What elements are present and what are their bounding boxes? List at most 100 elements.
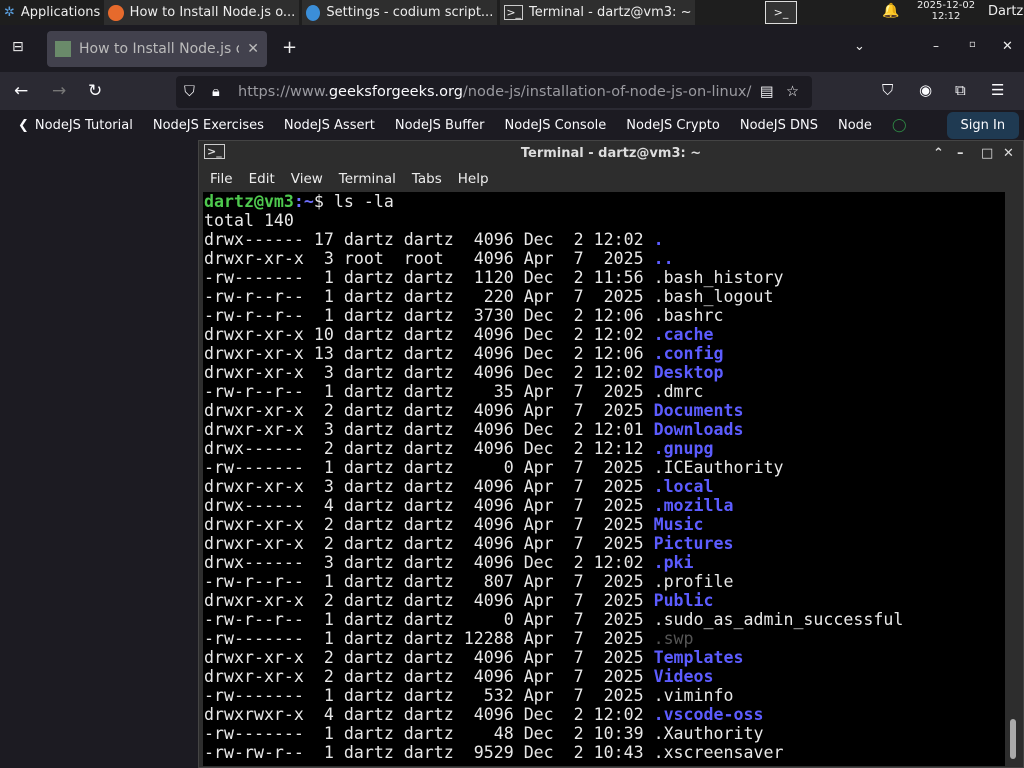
menu-edit[interactable]: Edit (241, 171, 283, 187)
listing-row: drwxr-xr-x 2 dartz dartz 4096 Apr 7 2025… (204, 401, 1005, 420)
sign-in-button[interactable]: Sign In (946, 111, 1020, 139)
taskbar-window-firefox[interactable]: How to Install Node.js o... (104, 0, 300, 25)
file-name: .cache (653, 325, 714, 344)
file-meta: drwxrwxr-x 4 dartz dartz 4096 Dec 2 12:0… (204, 705, 654, 724)
scrollbar[interactable] (1007, 193, 1019, 765)
minimize-button[interactable]: – (933, 39, 939, 53)
scrollbar-thumb[interactable] (1010, 719, 1016, 759)
chevron-down-icon[interactable]: ⌄ (854, 39, 865, 54)
url-bar[interactable]: ⛉ 🔒︎ https://www. geeksforgeeks.org/node-… (176, 76, 812, 108)
listing-row: -rw------- 1 dartz dartz 532 Apr 7 2025 … (204, 686, 1005, 705)
taskbar-window-terminal[interactable]: >_ Terminal - dartz@vm3: ~ (500, 0, 696, 25)
site-link[interactable]: NodeJS Buffer (395, 118, 485, 133)
listing-row: drwx------ 2 dartz dartz 4096 Dec 2 12:1… (204, 439, 1005, 458)
reload-icon[interactable]: ↻ (88, 81, 102, 101)
tab-list-icon[interactable]: ⊟ (12, 39, 24, 55)
site-link[interactable]: NodeJS DNS (740, 118, 818, 133)
listing-row: drwxr-xr-x 2 dartz dartz 4096 Apr 7 2025… (204, 591, 1005, 610)
file-name: Pictures (653, 534, 734, 553)
clock[interactable]: 2025-12-02 12:12 (912, 0, 980, 22)
listing-row: drwxr-xr-x 3 root root 4096 Apr 7 2025 .… (204, 249, 1005, 268)
listing-row: drwxrwxr-x 4 dartz dartz 4096 Dec 2 12:0… (204, 705, 1005, 724)
close-button[interactable]: ✕ (1003, 146, 1014, 161)
file-name: .xscreensaver (653, 743, 784, 762)
file-meta: -rw------- 1 dartz dartz 48 Dec 2 10:39 (204, 724, 654, 743)
total-line: total 140 (204, 211, 294, 230)
file-name: .bashrc (653, 306, 724, 325)
file-meta: -rw------- 1 dartz dartz 0 Apr 7 2025 (204, 458, 654, 477)
bookmark-star-icon[interactable]: ☆ (786, 84, 799, 100)
user-menu[interactable]: Dartz (988, 4, 1023, 19)
extensions-icon[interactable]: ⧉ (955, 81, 966, 99)
site-link[interactable]: Node (838, 118, 872, 133)
menu-view[interactable]: View (283, 171, 331, 187)
file-name: . (653, 230, 664, 249)
close-button[interactable]: ✕ (1002, 39, 1013, 54)
site-link[interactable]: NodeJS Assert (284, 118, 375, 133)
minimize-button[interactable]: – (957, 146, 964, 161)
file-name: .ICEauthority (653, 458, 784, 477)
taskbar-window-codium[interactable]: Settings - codium script... (302, 0, 498, 25)
firefox-icon (108, 4, 124, 21)
menu-terminal[interactable]: Terminal (331, 171, 404, 187)
applications-menu[interactable]: ✲ Applications (0, 0, 104, 25)
file-meta: -rw-rw-r-- 1 dartz dartz 9529 Dec 2 10:4… (204, 743, 654, 762)
file-meta: -rw------- 1 dartz dartz 1120 Dec 2 11:5… (204, 268, 654, 287)
listing-row: drwx------ 17 dartz dartz 4096 Dec 2 12:… (204, 230, 1005, 249)
account-icon[interactable]: ◉ (919, 81, 932, 99)
listing-row: drwxr-xr-x 2 dartz dartz 4096 Apr 7 2025… (204, 515, 1005, 534)
file-meta: -rw-r--r-- 1 dartz dartz 220 Apr 7 2025 (204, 287, 654, 306)
menu-help[interactable]: Help (450, 171, 497, 187)
file-meta: drwxr-xr-x 10 dartz dartz 4096 Dec 2 12:… (204, 325, 654, 344)
file-name: Templates (653, 648, 744, 667)
menu-tabs[interactable]: Tabs (404, 171, 450, 187)
site-link[interactable]: NodeJS Crypto (626, 118, 720, 133)
file-name: Desktop (653, 363, 724, 382)
menu-icon[interactable]: ☰ (991, 81, 1004, 99)
file-meta: drwx------ 3 dartz dartz 4096 Dec 2 12:0… (204, 553, 654, 572)
listing-row: -rw-r--r-- 1 dartz dartz 0 Apr 7 2025 .s… (204, 610, 1005, 629)
menu-file[interactable]: File (202, 171, 241, 187)
file-meta: -rw-r--r-- 1 dartz dartz 3730 Dec 2 12:0… (204, 306, 654, 325)
terminal-titlebar[interactable]: >_ Terminal - dartz@vm3: ~ ⌃ – □ ✕ (199, 141, 1023, 166)
site-link[interactable]: NodeJS Tutorial (35, 118, 133, 133)
listing-row: drwxr-xr-x 2 dartz dartz 4096 Apr 7 2025… (204, 534, 1005, 553)
listing-row: drwxr-xr-x 2 dartz dartz 4096 Apr 7 2025… (204, 667, 1005, 686)
listing-row: -rw------- 1 dartz dartz 48 Dec 2 10:39 … (204, 724, 1005, 743)
file-name: .gnupg (653, 439, 714, 458)
back-icon[interactable]: ← (14, 81, 28, 101)
site-link[interactable]: NodeJS Console (505, 118, 607, 133)
chevron-up-icon[interactable]: ⌃ (933, 146, 944, 161)
search-icon[interactable]: ◯ (892, 118, 907, 133)
maximize-button[interactable]: ▫ (969, 39, 976, 50)
notification-bell-icon[interactable]: 🔔 (882, 3, 899, 19)
workspace-switcher[interactable]: >_ (765, 1, 797, 24)
file-name: .bash_logout (653, 287, 774, 306)
file-name: Public (653, 591, 714, 610)
new-tab-button[interactable]: + (282, 37, 297, 58)
file-name: .bash_history (653, 268, 784, 287)
listing-row: drwxr-xr-x 2 dartz dartz 4096 Apr 7 2025… (204, 648, 1005, 667)
file-name: .mozilla (653, 496, 734, 515)
lock-icon: 🔒︎ (212, 84, 220, 100)
shield-icon: ⛉ (184, 84, 195, 100)
maximize-button[interactable]: □ (981, 146, 993, 161)
listing-row: -rw-r--r-- 1 dartz dartz 35 Apr 7 2025 .… (204, 382, 1005, 401)
chevron-left-icon[interactable]: ❮ (18, 118, 29, 133)
listing-row: -rw-r--r-- 1 dartz dartz 807 Apr 7 2025 … (204, 572, 1005, 591)
reader-view-icon[interactable]: ▤ (760, 84, 774, 100)
close-tab-icon[interactable]: ✕ (247, 41, 259, 57)
terminal-icon: >_ (504, 5, 524, 20)
file-name: Documents (653, 401, 744, 420)
browser-tab[interactable]: How to Install Node.js or ✕ (47, 31, 267, 67)
file-name: Videos (653, 667, 714, 686)
forward-icon[interactable]: → (52, 81, 66, 101)
pocket-icon[interactable]: ⛉ (882, 81, 893, 99)
site-link[interactable]: NodeJS Exercises (153, 118, 264, 133)
prompt-line: dartz@vm3:~$ ls -la (204, 192, 394, 211)
listing-row: -rw------- 1 dartz dartz 1120 Dec 2 11:5… (204, 268, 1005, 287)
listing-row: drwxr-xr-x 10 dartz dartz 4096 Dec 2 12:… (204, 325, 1005, 344)
file-meta: -rw------- 1 dartz dartz 532 Apr 7 2025 (204, 686, 654, 705)
file-meta: drwxr-xr-x 3 dartz dartz 4096 Dec 2 12:0… (204, 420, 654, 439)
terminal-output[interactable]: dartz@vm3:~$ ls -la total 140 drwx------ 1… (203, 192, 1005, 766)
